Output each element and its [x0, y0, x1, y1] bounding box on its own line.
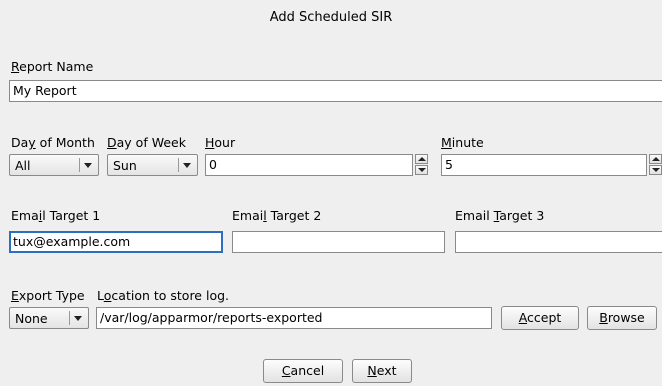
cancel-button[interactable]: Cancel [263, 359, 343, 383]
minute-increment-button[interactable] [649, 154, 662, 164]
email-target-2-label: Email Target 2 [232, 208, 322, 223]
browse-button[interactable]: Browse [587, 306, 657, 330]
minute-decrement-button[interactable] [649, 165, 662, 175]
minute-spinner[interactable] [649, 154, 662, 176]
accept-button[interactable]: Accept [501, 306, 579, 330]
email-target-2-input[interactable] [232, 231, 445, 253]
export-type-label: Export Type [11, 288, 85, 303]
arrow-up-icon [418, 157, 426, 161]
chevron-down-icon [74, 316, 82, 321]
minute-label: Minute [441, 135, 484, 150]
export-type-value: None [15, 311, 48, 326]
chevron-down-icon [183, 163, 191, 168]
day-of-month-label: Day of Month [11, 135, 95, 150]
day-of-month-select[interactable]: All [9, 154, 99, 176]
arrow-up-icon [652, 157, 660, 161]
hour-input[interactable]: 0 [205, 154, 413, 176]
hour-decrement-button[interactable] [415, 165, 428, 175]
hour-label: Hour [205, 135, 236, 150]
day-of-week-select[interactable]: Sun [107, 154, 198, 176]
next-button[interactable]: Next [352, 359, 412, 383]
dialog-title: Add Scheduled SIR [269, 10, 393, 25]
day-of-week-value: Sun [113, 158, 137, 173]
minute-input[interactable]: 5 [441, 154, 647, 176]
hour-increment-button[interactable] [415, 154, 428, 164]
export-type-select[interactable]: None [9, 307, 89, 329]
report-name-label: Report Name [11, 59, 94, 74]
day-of-week-label: Day of Week [107, 135, 186, 150]
email-target-1-label: Email Target 1 [11, 208, 101, 223]
email-target-1-input[interactable]: tux@example.com [9, 231, 223, 253]
email-target-3-label: Email Target 3 [455, 208, 545, 223]
arrow-down-icon [418, 168, 426, 172]
arrow-down-icon [652, 168, 660, 172]
location-input[interactable]: /var/log/apparmor/reports-exported [96, 307, 492, 329]
email-target-3-input[interactable] [455, 231, 662, 253]
hour-spinner[interactable] [415, 154, 429, 176]
report-name-input[interactable]: My Report [9, 80, 662, 102]
day-of-month-value: All [15, 158, 31, 173]
chevron-down-icon [84, 163, 92, 168]
location-label: Location to store log. [97, 288, 229, 303]
